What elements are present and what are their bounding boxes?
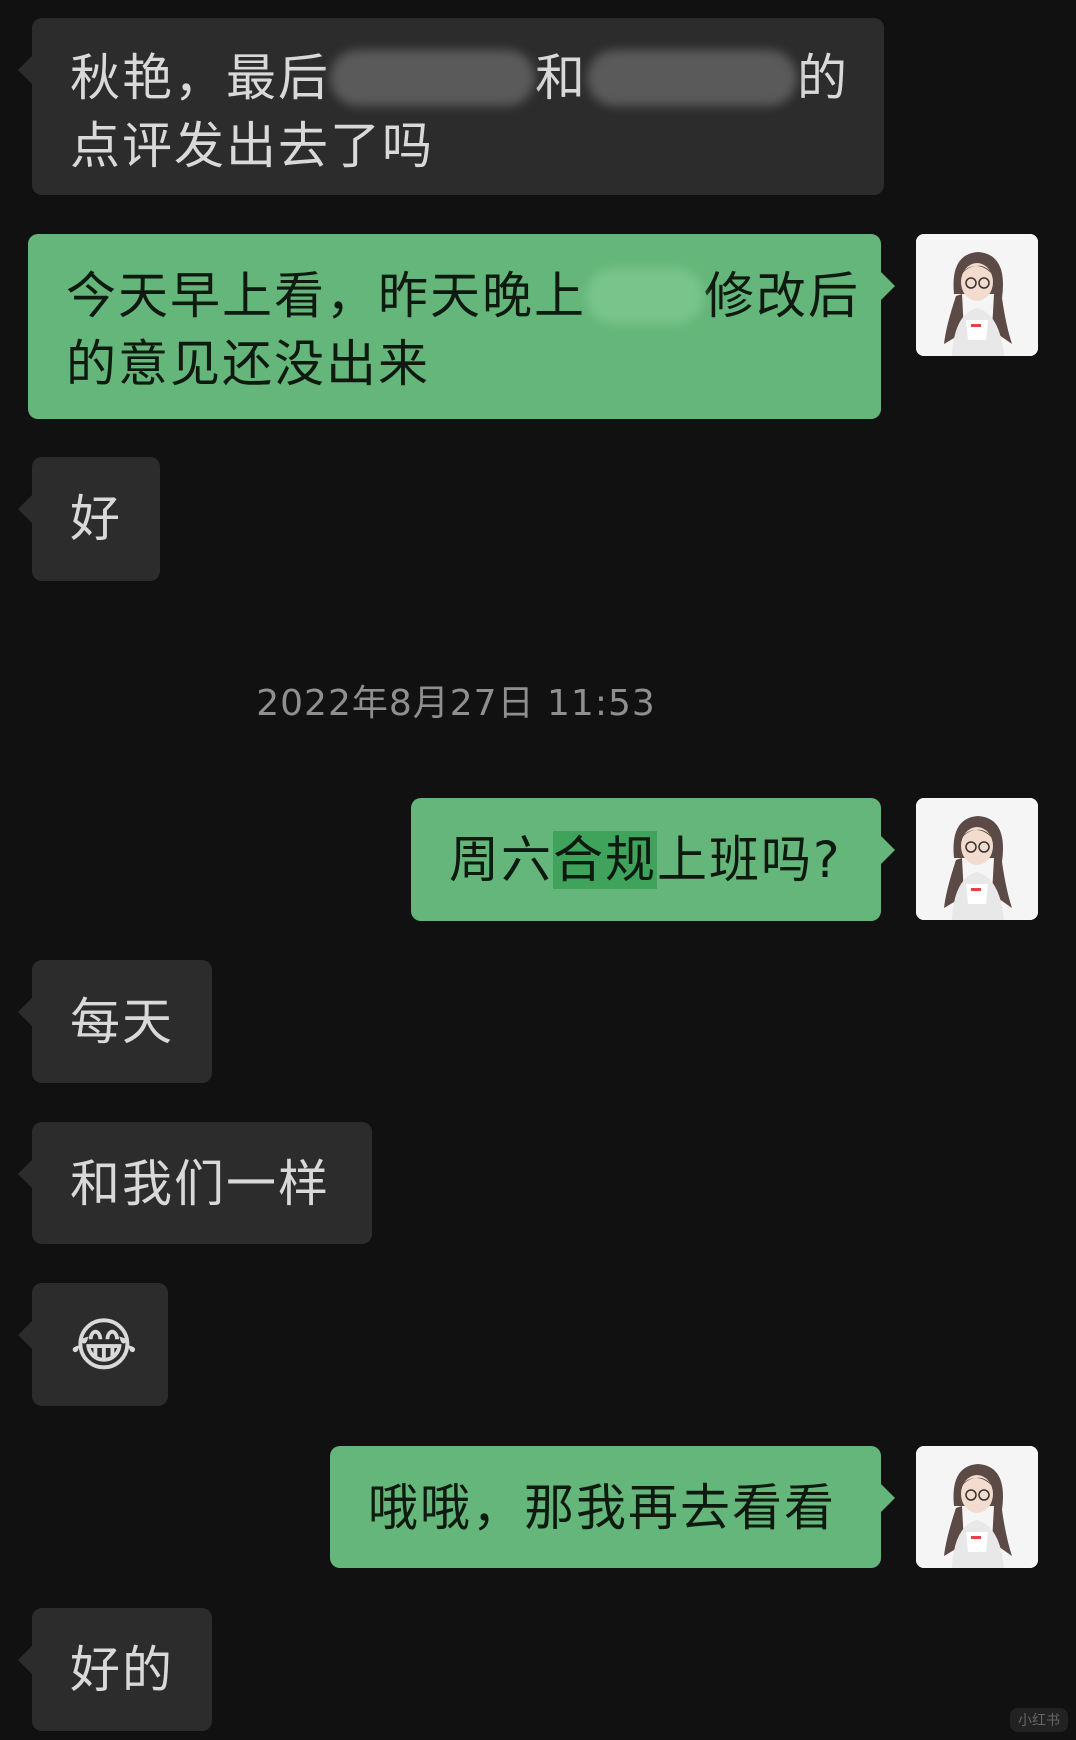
message-timestamp: 2022年8月27日 11:53 — [256, 683, 656, 724]
redacted-text — [330, 49, 535, 106]
user-avatar[interactable] — [916, 798, 1038, 920]
avatar-icon — [916, 1446, 1038, 1568]
message-text: 和 — [535, 49, 587, 107]
highlighted-text: 合规 — [553, 831, 657, 889]
message-text: 每天 — [70, 993, 174, 1051]
incoming-message-bubble[interactable]: 每天 — [18, 960, 212, 1083]
avatar-icon — [916, 234, 1038, 356]
message-text: 今天早上看，昨天晚上 — [66, 267, 586, 325]
watermark: 小红书 — [1010, 1708, 1068, 1732]
message-text: 好的 — [70, 1641, 174, 1699]
incoming-message-bubble[interactable]: 好的 — [18, 1608, 212, 1731]
message-text: 修改后 — [704, 267, 860, 325]
tears-of-joy-emoji-icon: 😂 — [70, 1311, 140, 1379]
message-line: 秋艳，最后 和 的 — [70, 44, 849, 112]
incoming-message-bubble[interactable]: 😂 — [18, 1283, 168, 1406]
redacted-text — [586, 267, 704, 324]
message-text: 和我们一样 — [70, 1155, 330, 1213]
incoming-message-bubble[interactable]: 好 — [18, 457, 160, 581]
incoming-message-bubble[interactable]: 和我们一样 — [18, 1122, 372, 1244]
message-line: 的意见还没出来 — [66, 335, 430, 393]
message-text: 好 — [70, 490, 122, 548]
incoming-message-bubble[interactable]: 秋艳，最后 和 的 点评发出去了吗 — [18, 18, 884, 195]
message-text: 上班吗? — [657, 831, 842, 889]
avatar-icon — [916, 798, 1038, 920]
outgoing-message-bubble[interactable]: 哦哦，那我再去看看 — [330, 1446, 895, 1568]
message-line: 点评发出去了吗 — [70, 117, 434, 175]
message-line: 今天早上看，昨天晚上 修改后 — [66, 262, 858, 330]
message-text: 哦哦，那我再去看看 — [368, 1479, 836, 1537]
message-text: 周六 — [449, 831, 553, 889]
message-text: 的 — [797, 49, 849, 107]
user-avatar[interactable] — [916, 1446, 1038, 1568]
outgoing-message-bubble[interactable]: 今天早上看，昨天晚上 修改后 的意见还没出来 — [28, 234, 895, 419]
redacted-text — [587, 49, 797, 106]
outgoing-message-bubble[interactable]: 周六合规上班吗? — [411, 798, 895, 921]
message-text: 秋艳，最后 — [70, 49, 330, 107]
user-avatar[interactable] — [916, 234, 1038, 356]
